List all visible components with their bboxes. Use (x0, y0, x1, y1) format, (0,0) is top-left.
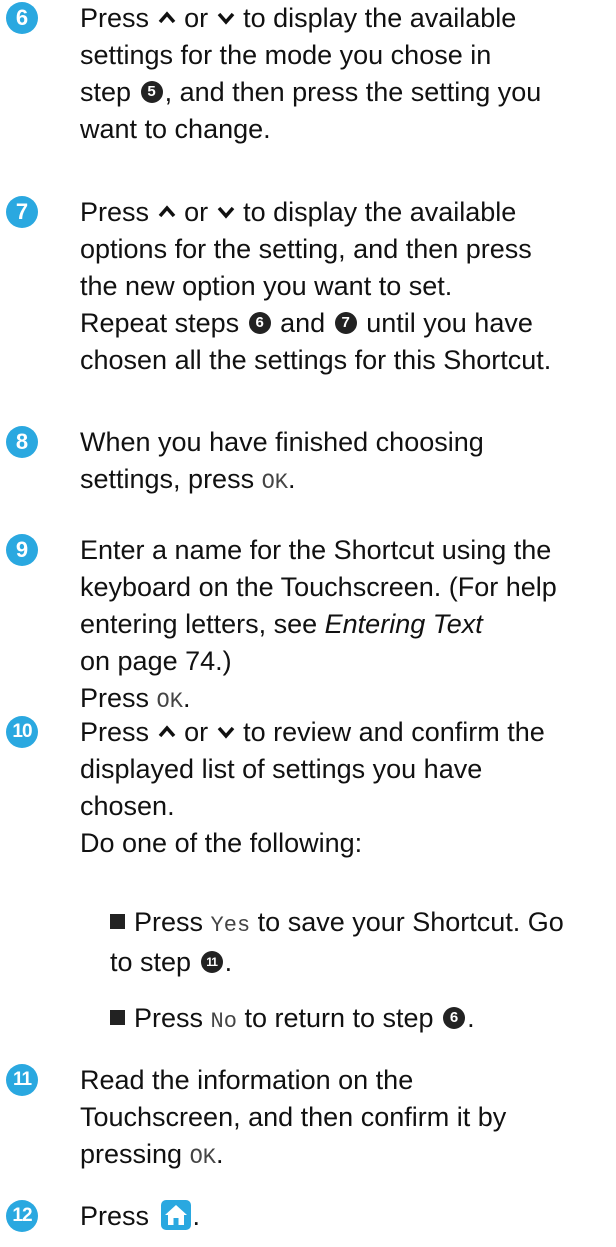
step-text: Press . (80, 1199, 201, 1231)
step-number-badge: 9 (6, 534, 38, 566)
step-ref-badge: 5 (140, 80, 163, 103)
entering-text-link[interactable]: Entering Text (325, 609, 483, 639)
bullet-square-icon (110, 914, 125, 930)
ok-label: OK (261, 470, 288, 495)
step-number-badge: 6 (6, 2, 38, 34)
up-arrow-icon (158, 725, 175, 738)
step-text: Press or to display the available settin… (80, 3, 542, 144)
down-arrow-icon (217, 12, 234, 25)
step-ref-badge: 6 (248, 311, 271, 334)
up-arrow-icon (158, 205, 175, 218)
no-label: No (210, 1009, 237, 1034)
step-number-badge: 8 (6, 426, 38, 458)
up-arrow-icon (158, 11, 175, 24)
step-text: Press or to review and confirm the displ… (80, 717, 545, 858)
down-arrow-icon (217, 206, 234, 219)
down-arrow-icon (217, 726, 234, 739)
step-number-badge: 10 (6, 716, 38, 748)
step-number-badge: 11 (6, 1064, 38, 1096)
step-number-badge: 12 (6, 1200, 38, 1232)
home-icon (160, 1199, 191, 1230)
step-ref-badge: 11 (200, 950, 223, 973)
yes-label: Yes (210, 913, 251, 938)
bullet-item-no: Press No to return to step 6. (110, 1000, 612, 1040)
step-text: When you have finished choosing settings… (80, 427, 484, 495)
step-text: Press or to display the available option… (80, 197, 552, 375)
bullet-square-icon (110, 1010, 125, 1026)
ok-label: OK (189, 1145, 216, 1170)
step-ref-badge: 7 (334, 311, 357, 334)
step-text: Read the information on the Touchscreen,… (80, 1065, 507, 1170)
step-ref-badge: 6 (443, 1006, 466, 1029)
bullet-item-yes: Press Yes to save your Shortcut. Go to s… (110, 907, 564, 977)
step-text: Enter a name for the Shortcut using the … (80, 535, 557, 714)
step-number-badge: 7 (6, 196, 38, 228)
ok-label: OK (156, 689, 183, 714)
